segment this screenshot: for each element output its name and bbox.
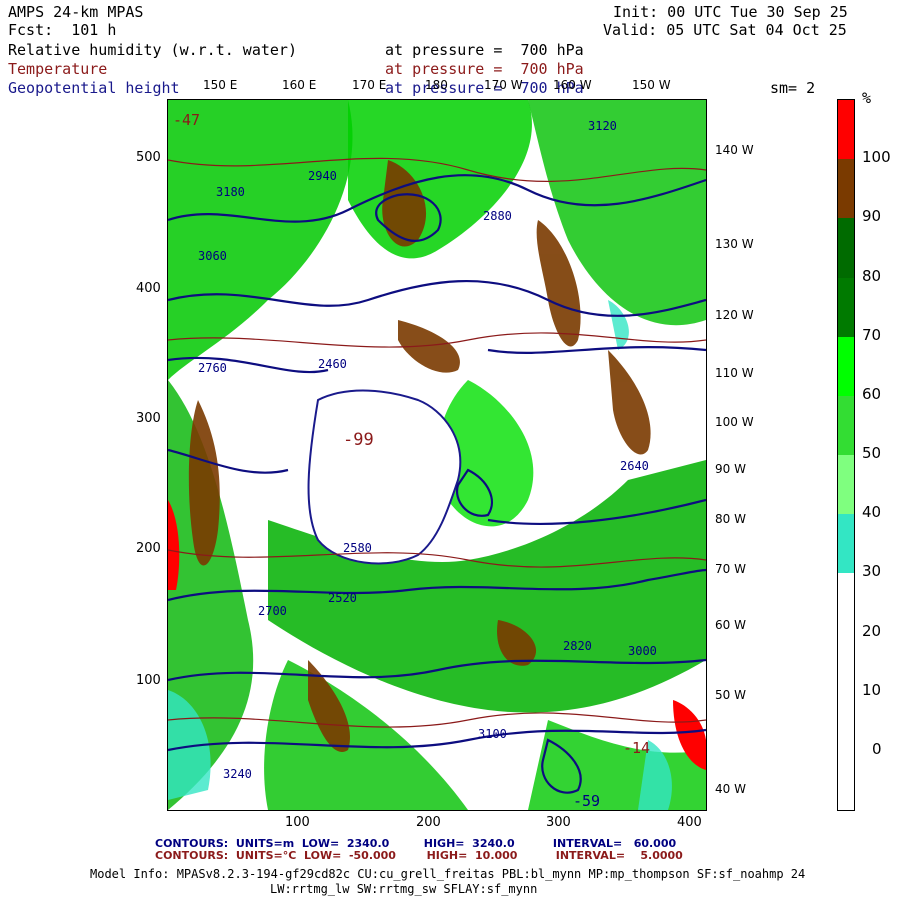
- lon-label-right: 60 W: [715, 618, 746, 632]
- lon-label-top: 180: [425, 78, 448, 92]
- field-temp-name: Temperature: [8, 60, 108, 78]
- height-label: 2520: [328, 591, 357, 605]
- colorbar-segment: [838, 277, 854, 338]
- y-tick-label: 300: [136, 411, 161, 426]
- lon-label-right: 140 W: [715, 143, 754, 157]
- lon-label-top: 150 E: [203, 78, 238, 92]
- x-tick-label: 300: [546, 815, 571, 830]
- height-label: 2640: [620, 459, 649, 473]
- temp-contour-info: CONTOURS: UNITS=°C LOW= -50.000 HIGH= 10…: [155, 849, 683, 862]
- colorbar-label: 10: [862, 680, 882, 699]
- colorbar-label: 30: [862, 562, 882, 581]
- lon-label-top: 170 E: [352, 78, 387, 92]
- field-temp-pressure: at pressure = 700 hPa: [385, 60, 584, 78]
- height-label: 3000: [628, 644, 657, 658]
- height-label: 2880: [483, 209, 512, 223]
- height-label: 3120: [588, 119, 617, 133]
- field-rh-name: Relative humidity (w.r.t. water): [8, 41, 297, 59]
- lon-label-right: 50 W: [715, 688, 746, 702]
- x-tick-label: 200: [416, 815, 441, 830]
- y-tick-label: 400: [136, 281, 161, 296]
- temperature-label: -59: [573, 792, 601, 810]
- y-tick-label: 500: [136, 150, 161, 165]
- forecast-hour: Fcst: 101 h: [8, 21, 117, 39]
- colorbar-label: 80: [862, 266, 882, 285]
- lon-label-right: 70 W: [715, 562, 746, 576]
- colorbar-segment: [838, 218, 854, 278]
- colorbar-label: 100: [862, 148, 891, 167]
- lon-label-right: 40 W: [715, 782, 746, 796]
- y-tick-label: 100: [136, 673, 161, 688]
- x-tick-label: 100: [285, 815, 310, 830]
- colorbar-label: 0: [872, 739, 882, 758]
- map-plot: 3180 3120 2940 2880 2760 3060 2640 2580 …: [167, 99, 707, 811]
- lon-label-top: 170 W: [484, 78, 523, 92]
- colorbar-segment: [838, 455, 854, 515]
- colorbar-segment: [838, 336, 854, 397]
- lon-label-right: 90 W: [715, 462, 746, 476]
- lon-label-right: 120 W: [715, 308, 754, 322]
- valid-time: Valid: 05 UTC Sat 04 Oct 25: [603, 21, 847, 39]
- lon-label-top: 160 E: [282, 78, 317, 92]
- temperature-label: -14: [623, 739, 651, 757]
- lon-label-top: 150 W: [632, 78, 671, 92]
- lon-label-right: 100 W: [715, 415, 754, 429]
- colorbar-label: 70: [862, 325, 882, 344]
- colorbar-label: 50: [862, 444, 882, 462]
- colorbar-label: 20: [862, 621, 882, 640]
- lon-label-right: 110 W: [715, 366, 754, 380]
- height-label: 3060: [198, 249, 227, 263]
- colorbar-label: 40: [862, 503, 882, 522]
- lon-label-right: 130 W: [715, 237, 754, 251]
- colorbar-segment: [838, 395, 854, 456]
- colorbar-segment: [838, 750, 854, 811]
- colorbar-label: 90: [862, 207, 882, 226]
- lon-label-right: 80 W: [715, 512, 746, 526]
- model-info-line2: LW:rrtmg_lw SW:rrtmg_sw SFLAY:sf_mynn: [270, 882, 538, 896]
- height-label: 2820: [563, 639, 592, 653]
- x-tick-label: 400: [677, 815, 702, 830]
- humidity-field-map: [168, 100, 706, 810]
- smoothing-label: sm= 2: [770, 79, 816, 97]
- field-rh-pressure: at pressure = 700 hPa: [385, 41, 584, 59]
- colorbar-segment: [838, 691, 854, 752]
- colorbar-segment: [838, 159, 854, 219]
- init-time: Init: 00 UTC Tue 30 Sep 25: [613, 3, 848, 21]
- colorbar-segment: [838, 100, 854, 160]
- height-label: 2700: [258, 604, 287, 618]
- lon-label-top: 160 W: [553, 78, 592, 92]
- temperature-label: -47: [173, 111, 201, 129]
- height-label: 3240: [223, 767, 252, 781]
- height-label: 3180: [216, 185, 245, 199]
- colorbar-segment: [838, 573, 854, 633]
- colorbar-segment: [838, 632, 854, 693]
- height-label: 2460: [318, 357, 347, 371]
- field-hgt-name: Geopotential height: [8, 79, 180, 97]
- height-label: 2940: [308, 169, 337, 183]
- model-title: AMPS 24-km MPAS: [8, 3, 144, 21]
- height-label: 3100: [478, 727, 507, 741]
- colorbar: [837, 99, 855, 811]
- y-tick-label: 200: [136, 541, 161, 556]
- height-label: 2760: [198, 361, 227, 375]
- colorbar-unit: %: [862, 89, 872, 107]
- temperature-label: -99: [343, 430, 374, 450]
- colorbar-label: 60: [862, 384, 882, 403]
- colorbar-segment: [838, 514, 854, 574]
- model-info: Model Info: MPASv8.2.3-194-gf29cd82c CU:…: [90, 867, 806, 881]
- height-label: 2580: [343, 541, 372, 555]
